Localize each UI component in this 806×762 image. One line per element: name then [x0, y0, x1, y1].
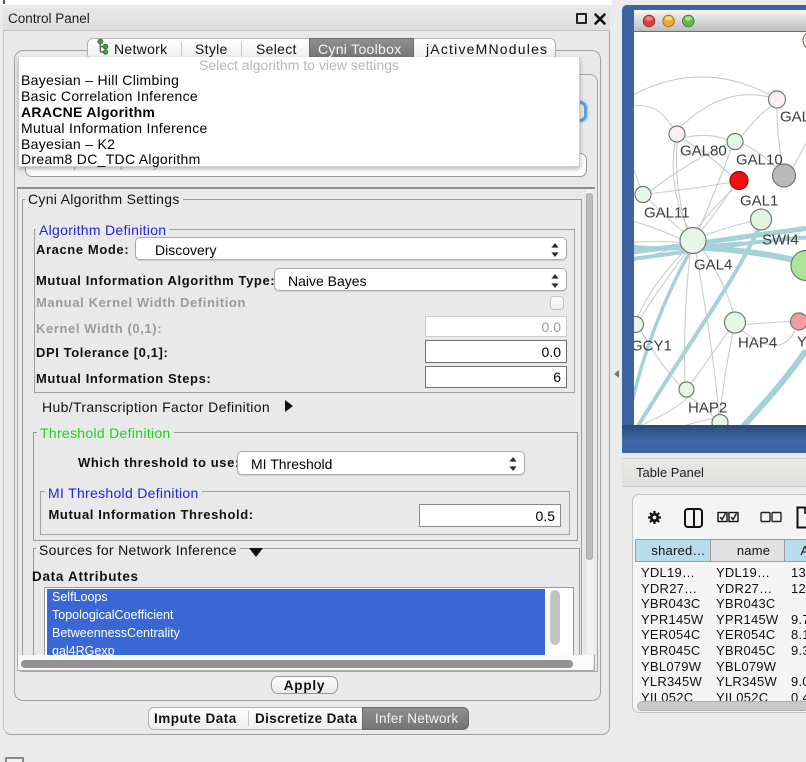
svg-text:GAL11: GAL11 — [644, 204, 690, 221]
svg-text:HAP2: HAP2 — [688, 399, 727, 416]
svg-text:SWI4: SWI4 — [762, 231, 799, 248]
svg-text:GAL7: GAL7 — [780, 108, 806, 125]
svg-text:GCY1: GCY1 — [634, 337, 672, 354]
svg-text:GAL80: GAL80 — [680, 142, 727, 159]
svg-text:GAL1: GAL1 — [740, 192, 778, 209]
svg-text:GAL4: GAL4 — [694, 256, 732, 273]
svg-text:HAP4: HAP4 — [738, 334, 777, 351]
svg-text:Y: Y — [797, 333, 806, 350]
svg-text:GAL10: GAL10 — [736, 151, 783, 168]
